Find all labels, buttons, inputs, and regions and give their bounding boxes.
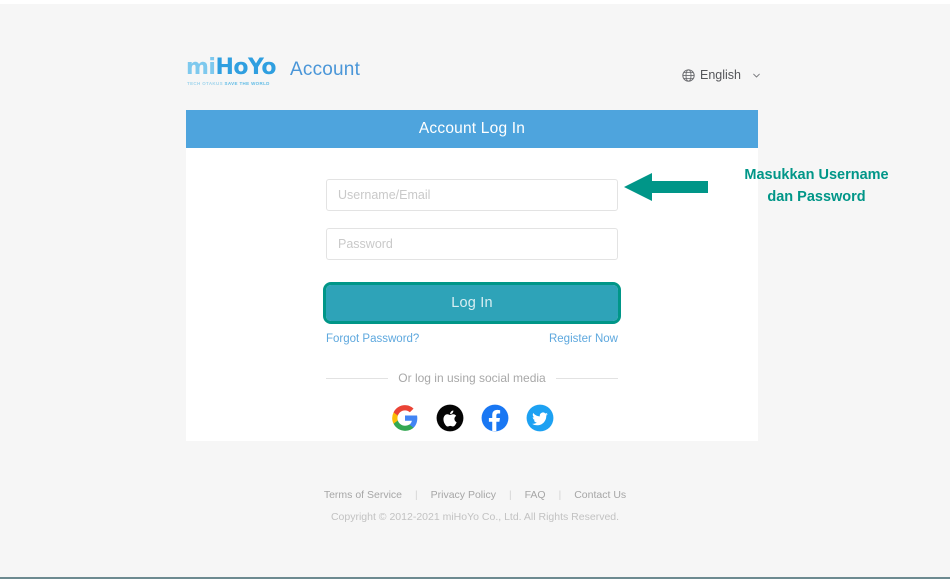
username-input[interactable] (326, 179, 618, 211)
page-canvas: miHoYo TECH OTAKUS SAVE THE WORLD Accoun… (0, 4, 950, 578)
divider-line-left (326, 377, 389, 379)
logo-tagline: TECH OTAKUS SAVE THE WORLD (187, 81, 270, 86)
footer-link-terms[interactable]: Terms of Service (311, 489, 415, 501)
login-button[interactable]: Log In (326, 285, 618, 321)
logo-text-mi: mi (186, 55, 216, 80)
forgot-password-link[interactable]: Forgot Password? (326, 333, 419, 345)
social-login-row (326, 404, 618, 432)
login-button-wrapper: Log In (323, 282, 621, 324)
login-form: Log In (323, 179, 621, 324)
register-now-link[interactable]: Register Now (549, 333, 618, 345)
globe-icon (682, 68, 695, 82)
twitter-login-button[interactable] (526, 404, 554, 432)
google-login-button[interactable] (391, 404, 419, 432)
copyright-text: Copyright © 2012-2021 miHoYo Co., Ltd. A… (330, 511, 620, 523)
logo-tagline-part1: TECH OTAKUS (187, 81, 223, 86)
page-title: Account (290, 59, 361, 80)
footer-link-faq[interactable]: FAQ (512, 489, 559, 501)
google-icon (391, 405, 417, 431)
form-links-row: Forgot Password? Register Now (326, 333, 618, 345)
mihoyo-logo: miHoYo TECH OTAKUS SAVE THE WORLD (186, 55, 277, 90)
apple-login-button[interactable] (436, 404, 464, 432)
twitter-icon (526, 404, 553, 432)
footer-links: Terms of Service | Privacy Policy | FAQ … (0, 489, 950, 501)
password-input[interactable] (326, 228, 618, 260)
footer-link-contact[interactable]: Contact Us (561, 489, 639, 501)
divider-label: Or log in using social media (398, 371, 546, 385)
facebook-login-button[interactable] (481, 404, 509, 432)
logo-wordmark: miHoYo (186, 55, 277, 80)
footer-link-privacy[interactable]: Privacy Policy (418, 489, 509, 501)
card-body: Log In Forgot Password? Register Now Or … (186, 148, 758, 432)
language-selector[interactable]: English (682, 68, 760, 82)
card-header: Account Log In (186, 110, 758, 148)
social-divider: Or log in using social media (326, 371, 618, 385)
logo-text-ho: Ho (215, 55, 248, 80)
brand-block: miHoYo TECH OTAKUS SAVE THE WORLD Accoun… (186, 56, 360, 90)
page-header: miHoYo TECH OTAKUS SAVE THE WORLD Accoun… (186, 56, 760, 96)
login-card: Account Log In Log In Forgot Password? R… (186, 110, 758, 441)
card-header-title: Account Log In (418, 120, 526, 137)
chevron-down-icon (749, 71, 760, 80)
bottom-rule (0, 577, 950, 579)
logo-tagline-part2: SAVE THE WORLD (224, 81, 270, 86)
facebook-icon (481, 404, 508, 432)
logo-text-yo: Yo (248, 55, 277, 80)
divider-line-right (555, 377, 618, 379)
apple-icon (436, 404, 463, 432)
language-label: English (700, 68, 741, 82)
page-footer: Terms of Service | Privacy Policy | FAQ … (0, 489, 950, 523)
